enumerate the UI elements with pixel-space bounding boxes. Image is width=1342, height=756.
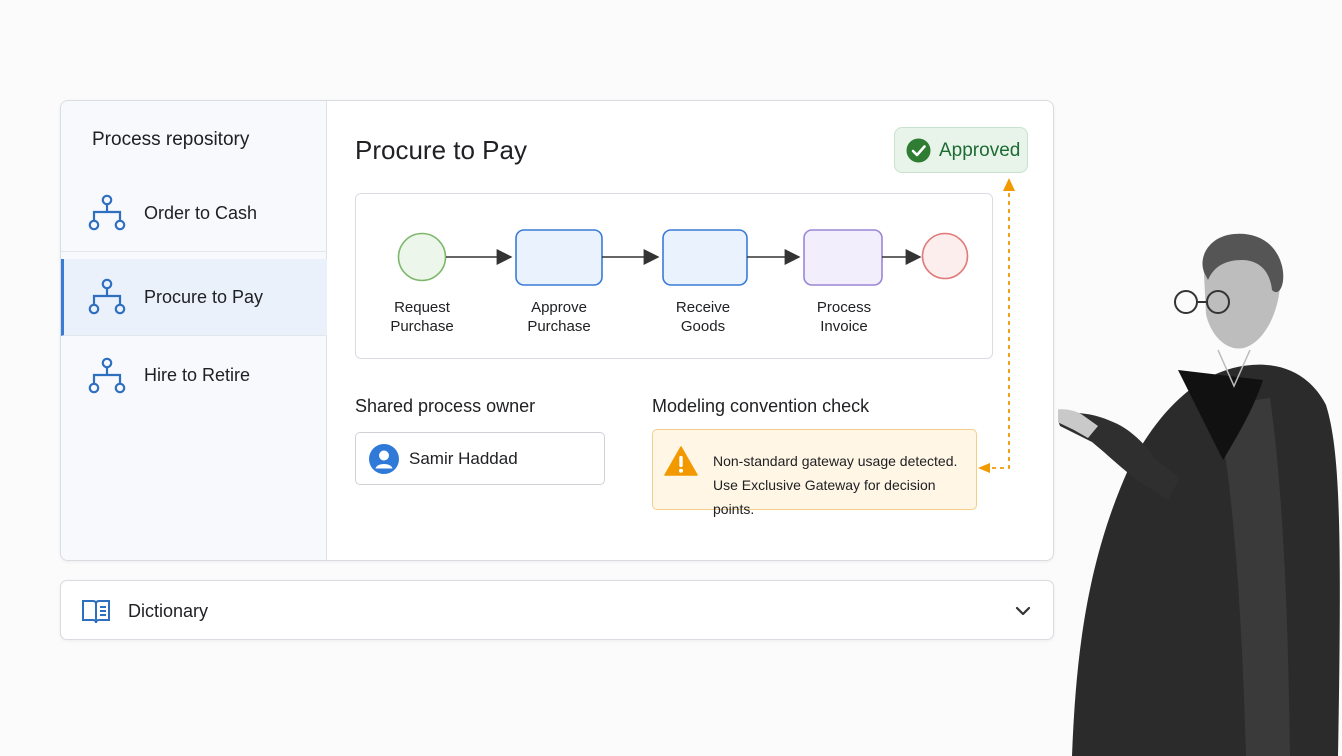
convention-section-label: Modeling convention check [652, 396, 870, 416]
dictionary-label: Dictionary [128, 601, 209, 621]
sidebar-item-order-to-cash[interactable]: Order to Cash [61, 175, 327, 252]
process-hierarchy-icon [88, 194, 126, 231]
end-event [921, 232, 969, 280]
process-diagram: Request Purchase Approve Purchase Receiv… [355, 193, 993, 359]
task-process-invoice [803, 229, 883, 286]
status-label: Approved [939, 140, 1021, 161]
process-hierarchy-icon [88, 357, 126, 393]
step-label: Approve Purchase [527, 299, 591, 335]
chevron-down-icon[interactable] [1013, 601, 1033, 621]
task-receive-goods [662, 229, 748, 286]
step-label: Request Purchase [390, 299, 454, 335]
sidebar-title: Process repository [92, 129, 250, 150]
sidebar: Process repository Order to Cash Procure… [61, 101, 327, 560]
process-hierarchy-icon [88, 278, 126, 315]
step-label: Receive Goods [675, 299, 731, 335]
process-repository-panel: Process repository Order to Cash Procure… [60, 100, 1054, 561]
dictionary-accordion[interactable]: Dictionary [60, 580, 1054, 640]
owner-name: Samir Haddad [409, 449, 518, 468]
status-badge[interactable]: Approved [894, 127, 1028, 173]
sidebar-item-label: Order to Cash [144, 202, 258, 223]
sidebar-item-procure-to-pay[interactable]: Procure to Pay [61, 259, 327, 336]
start-event [397, 232, 447, 282]
user-avatar-icon [369, 444, 399, 474]
sidebar-item-label: Hire to Retire [144, 365, 251, 385]
convention-warning[interactable]: Non-standard gateway usage detected. Use… [652, 429, 977, 517]
page-title: Procure to Pay [355, 135, 527, 165]
sidebar-item-hire-to-retire[interactable]: Hire to Retire [61, 337, 327, 414]
presenter-photo [1058, 233, 1340, 756]
process-detail: Procure to Pay Approved Request Purchase… [327, 101, 1053, 560]
book-icon [82, 600, 110, 624]
warning-message: Non-standard gateway usage detected. Use… [713, 453, 958, 517]
owner-section-label: Shared process owner [355, 396, 536, 416]
check-circle-icon [906, 138, 931, 163]
task-approve-purchase [515, 229, 603, 286]
warning-icon [664, 446, 698, 476]
process-owner-field[interactable]: Samir Haddad [355, 432, 605, 485]
sidebar-item-label: Procure to Pay [144, 286, 264, 307]
step-label: Process Invoice [816, 299, 872, 335]
